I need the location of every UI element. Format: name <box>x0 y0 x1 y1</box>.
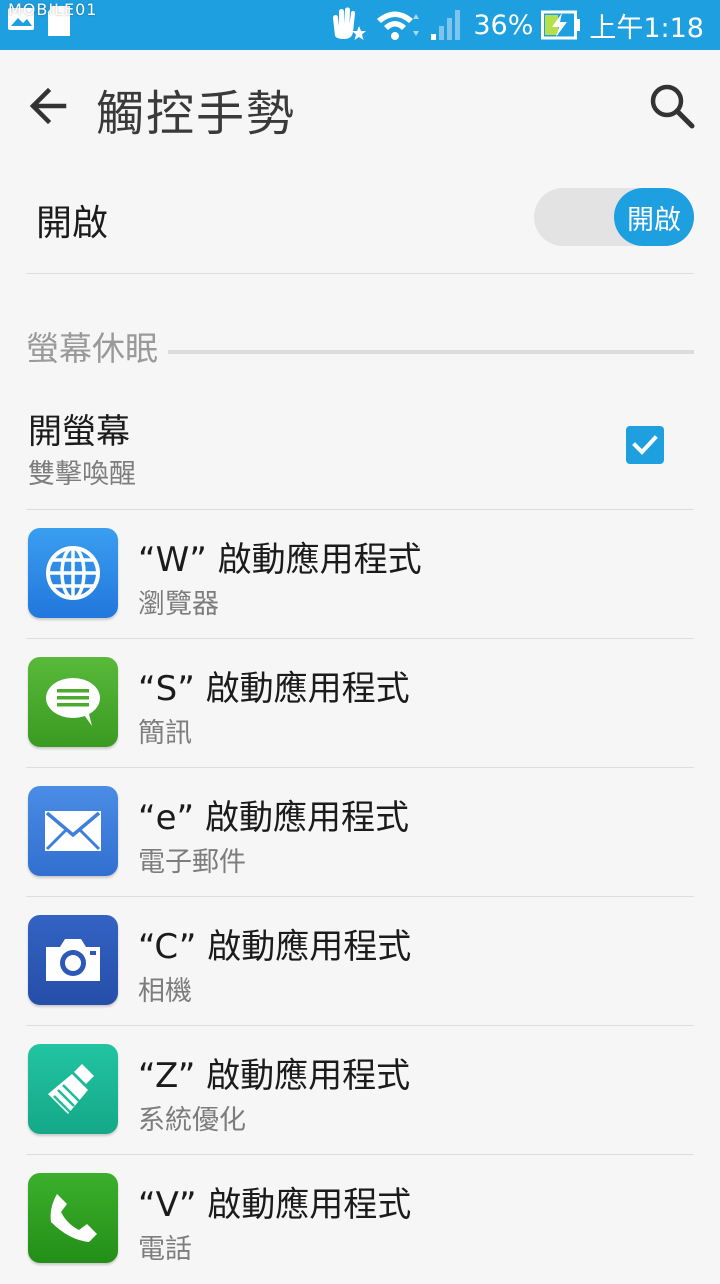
email-app-icon <box>28 786 118 876</box>
watermark: MOBILE01 <box>8 0 98 19</box>
envelope-icon <box>45 811 101 851</box>
list-item-c-gesture[interactable]: “C” 啟動應用程式 相機 <box>26 897 694 1026</box>
glove-mode-icon <box>333 7 367 40</box>
battery-charging-icon <box>541 10 581 40</box>
phone-app-icon <box>28 1173 118 1263</box>
status-bar: MOBILE01 36% 上午1:18 <box>0 0 720 50</box>
app-item-title: “S” 啟動應用程式 <box>138 669 410 709</box>
section-header: 螢幕休眠 <box>26 318 694 374</box>
list-item-w-gesture[interactable]: “W” 啟動應用程式 瀏覽器 <box>26 510 694 639</box>
list-item-s-gesture[interactable]: “S” 啟動應用程式 簡訊 <box>26 639 694 768</box>
gesture-app-list: “W” 啟動應用程式 瀏覽器 “S” 啟動應用程式 簡訊 “e” 啟動應用程式 … <box>26 510 694 1284</box>
back-button[interactable] <box>22 80 74 132</box>
search-icon <box>650 84 695 129</box>
section-divider <box>168 350 694 354</box>
broom-icon <box>48 1064 94 1114</box>
phone-icon <box>50 1194 97 1242</box>
browser-app-icon <box>28 528 118 618</box>
checkmark-icon <box>632 435 658 455</box>
page-title: 觸控手勢 <box>96 86 297 142</box>
app-item-title: “e” 啟動應用程式 <box>138 798 409 838</box>
master-switch-label: 開啟 <box>36 203 109 244</box>
message-icon <box>46 678 100 726</box>
app-item-subtitle: 相機 <box>138 976 192 1007</box>
battery-percent: 36% <box>473 9 534 41</box>
list-item-z-gesture[interactable]: “Z” 啟動應用程式 系統優化 <box>26 1026 694 1155</box>
wake-subtitle: 雙擊喚醒 <box>28 459 136 490</box>
app-item-subtitle: 電話 <box>138 1234 192 1265</box>
arrow-left-icon <box>29 87 67 125</box>
wake-screen-row[interactable]: 開螢幕 雙擊喚醒 <box>26 388 694 510</box>
signal-icon <box>431 10 461 40</box>
globe-icon <box>46 546 100 600</box>
section-title: 螢幕休眠 <box>26 329 158 368</box>
app-item-title: “Z” 啟動應用程式 <box>138 1056 411 1096</box>
wifi-icon <box>377 11 420 40</box>
app-item-subtitle: 系統優化 <box>138 1105 246 1136</box>
app-item-subtitle: 簡訊 <box>138 718 192 749</box>
list-item-e-gesture[interactable]: “e” 啟動應用程式 電子郵件 <box>26 768 694 897</box>
app-item-subtitle: 瀏覽器 <box>138 589 219 620</box>
app-item-title: “V” 啟動應用程式 <box>138 1185 412 1225</box>
master-toggle[interactable]: 開啟 <box>534 188 694 246</box>
status-indicators: 36% 上午1:18 <box>327 0 704 50</box>
app-bar: 觸控手勢 <box>0 50 720 162</box>
clock: 上午1:18 <box>589 12 704 44</box>
camera-icon <box>46 939 100 981</box>
messages-app-icon <box>28 657 118 747</box>
search-button[interactable] <box>646 80 698 132</box>
camera-app-icon <box>28 915 118 1005</box>
wake-checkbox[interactable] <box>626 426 664 464</box>
optimizer-app-icon <box>28 1044 118 1134</box>
app-item-subtitle: 電子郵件 <box>138 847 246 878</box>
master-switch-row[interactable]: 開啟 開啟 <box>26 162 694 274</box>
app-item-title: “C” 啟動應用程式 <box>138 927 412 967</box>
toggle-knob: 開啟 <box>614 188 694 246</box>
list-item-v-gesture[interactable]: “V” 啟動應用程式 電話 <box>26 1155 694 1284</box>
app-item-title: “W” 啟動應用程式 <box>138 540 422 580</box>
wake-title: 開螢幕 <box>28 412 130 452</box>
